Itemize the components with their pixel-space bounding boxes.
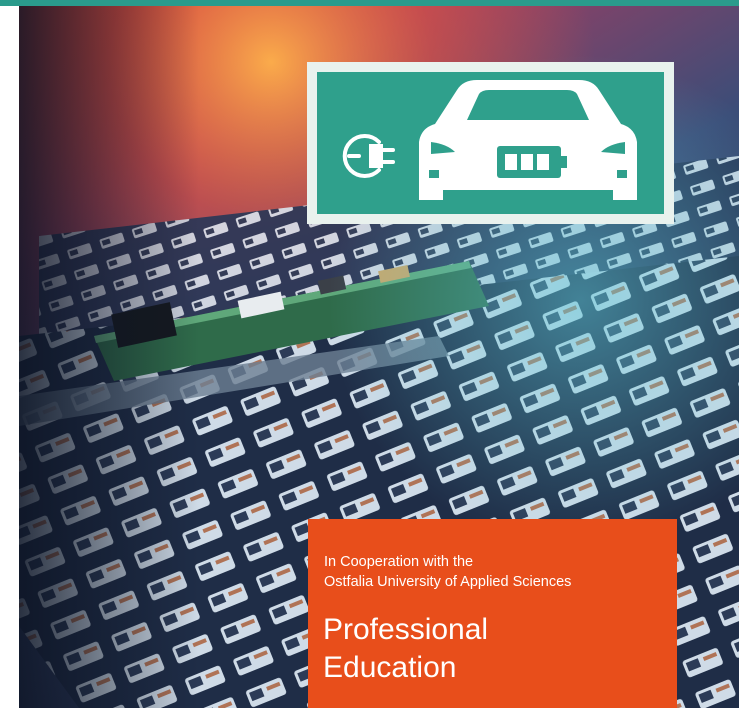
plug-icon <box>342 134 395 178</box>
program-title-line-1: Professional <box>323 613 489 646</box>
brochure-cover: In Cooperation with the Ostfalia Univers… <box>19 6 739 708</box>
electric-car-icon <box>419 80 637 200</box>
cooperation-line-1: In Cooperation with the <box>324 554 474 570</box>
program-info-box: In Cooperation with the Ostfalia Univers… <box>308 519 677 708</box>
program-title-line-2: Education <box>323 651 457 684</box>
emobility-icon-panel <box>307 62 674 224</box>
cooperation-line-2: Ostfalia University of Applied Sciences <box>324 574 572 590</box>
battery-icon <box>497 146 567 178</box>
